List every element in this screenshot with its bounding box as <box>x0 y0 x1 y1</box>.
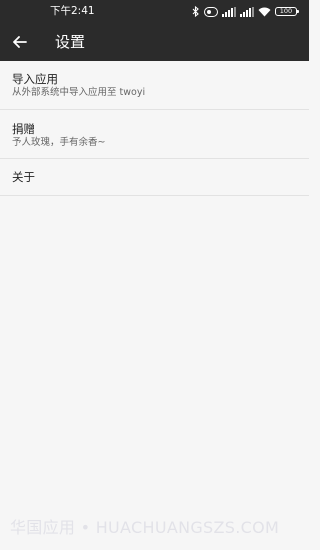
settings-item-subtitle: 从外部系统中导入应用至 twoyi <box>12 87 146 98</box>
page-title: 设置 <box>55 33 86 51</box>
settings-item-subtitle: 予人玫瑰，手有余香~ <box>12 137 106 148</box>
signal-icon <box>240 6 254 17</box>
status-time: 下午2:41 <box>50 5 95 17</box>
settings-item-about[interactable]: 关于 <box>0 159 309 196</box>
arrow-left-icon <box>13 33 27 52</box>
settings-list: 导入应用 从外部系统中导入应用至 twoyi 捐赠 予人玫瑰，手有余香~ 关于 <box>0 61 309 196</box>
settings-item-title: 关于 <box>12 170 35 184</box>
settings-item-donate[interactable]: 捐赠 予人玫瑰，手有余香~ <box>0 110 309 159</box>
watermark: 华国应用 • HUACHUANGSZS.COM <box>10 518 280 537</box>
wifi-icon <box>258 7 271 17</box>
settings-item-title: 导入应用 <box>12 72 58 86</box>
status-bar: 下午2:41 100 <box>0 0 309 23</box>
signal-icon <box>222 6 236 17</box>
battery-icon: 100 <box>275 7 299 16</box>
hd-icon <box>204 6 218 17</box>
settings-item-title: 捐赠 <box>12 122 35 136</box>
bluetooth-icon <box>192 6 200 17</box>
settings-item-import-apps[interactable]: 导入应用 从外部系统中导入应用至 twoyi <box>0 61 309 110</box>
app-bar: 设置 <box>0 23 309 61</box>
back-button[interactable] <box>10 32 30 52</box>
status-icons: 100 <box>192 5 299 18</box>
